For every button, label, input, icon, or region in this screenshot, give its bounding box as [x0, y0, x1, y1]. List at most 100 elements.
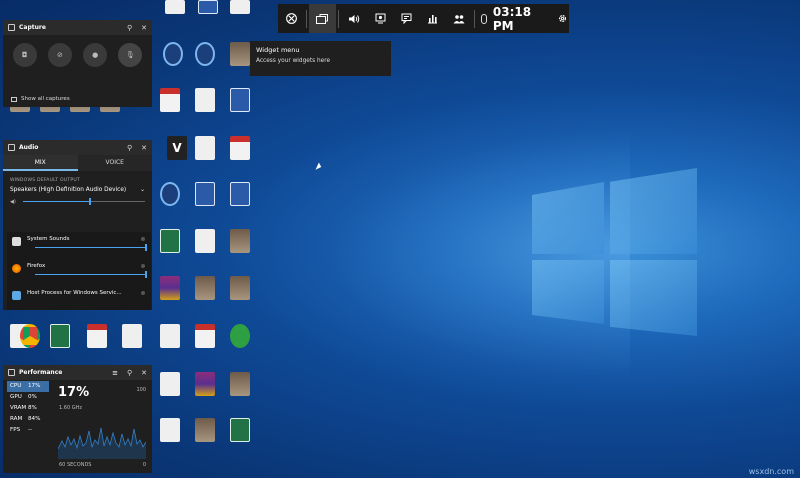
desktop-icon[interactable] — [185, 229, 225, 275]
desktop-icon[interactable] — [220, 276, 260, 322]
desktop-icon[interactable] — [150, 88, 190, 134]
chat-icon[interactable] — [393, 4, 419, 33]
desktop-icon[interactable] — [150, 372, 190, 418]
desktop-icon[interactable] — [185, 42, 225, 88]
app-volume-slider[interactable] — [35, 270, 147, 280]
desktop-icon[interactable] — [185, 418, 225, 464]
start-recording-button[interactable]: ● — [83, 43, 108, 67]
desktop-icon[interactable] — [220, 324, 260, 370]
cpu-usage-graph — [58, 427, 146, 459]
mouse-icon — [481, 13, 487, 24]
audio-icon[interactable] — [341, 4, 367, 33]
desktop-icon[interactable] — [150, 418, 190, 464]
metric-cpu[interactable]: CPU 17% — [7, 381, 49, 392]
firefox-icon — [12, 264, 21, 273]
audio-title: Audio — [19, 144, 39, 151]
party-icon[interactable] — [446, 4, 472, 33]
watermark: wsxdn.com — [748, 467, 794, 476]
audio-header[interactable]: Audio ⚲ ✕ — [3, 140, 152, 155]
desktop-icon[interactable] — [185, 88, 225, 134]
desktop-icon[interactable] — [220, 182, 260, 228]
record-last-icon: ⊘ — [56, 51, 63, 59]
desktop-icon[interactable] — [77, 324, 117, 370]
app-volume-slider[interactable] — [35, 243, 147, 253]
settings-icon[interactable] — [556, 4, 569, 33]
pin-icon[interactable]: ⚲ — [127, 144, 132, 152]
app-row-firefox: Firefox — [7, 259, 151, 286]
performance-icon — [8, 369, 15, 376]
metric-gpu[interactable]: GPU 0% — [7, 392, 49, 403]
app-name: System Sounds — [27, 236, 70, 242]
desktop-icon[interactable] — [150, 182, 190, 228]
app-volume-list: System Sounds Firefox Host Process for W… — [7, 232, 151, 310]
output-device-label: Speakers (High Definition Audio Device) — [10, 187, 127, 193]
close-icon[interactable]: ✕ — [141, 24, 147, 32]
screenshot-button[interactable]: ◘ — [12, 43, 37, 67]
capture-widget: Capture ⚲ ✕ ◘ ⊘ ● 🎙 Show all captures — [3, 20, 152, 107]
capture-icon — [8, 24, 15, 31]
audio-icon — [8, 144, 15, 151]
performance-icon[interactable] — [420, 4, 446, 33]
metric-list: CPU 17% GPU 0% VRAM 8% RAM 84% FPS -- — [7, 381, 49, 436]
desktop-icon[interactable] — [220, 418, 260, 464]
mute-icon[interactable] — [141, 264, 145, 268]
windows-logo-wallpaper — [532, 168, 697, 336]
pin-icon[interactable]: ⚲ — [127, 24, 132, 32]
mouse-cursor — [315, 162, 323, 172]
record-dot-icon: ● — [92, 51, 99, 59]
metric-ram[interactable]: RAM 84% — [7, 414, 49, 425]
desktop-icon[interactable] — [220, 136, 260, 182]
app-name: Firefox — [27, 263, 46, 269]
tab-voice[interactable]: VOICE — [78, 155, 153, 171]
mic-toggle-button[interactable]: 🎙 — [118, 43, 143, 67]
tooltip-subtitle: Access your widgets here — [256, 58, 331, 64]
desktop-icon[interactable] — [150, 229, 190, 275]
desktop-icon[interactable] — [112, 324, 152, 370]
capture-icon[interactable] — [367, 4, 393, 33]
desktop-icon[interactable] — [40, 324, 80, 370]
clock: 03:18 PM — [492, 4, 532, 33]
app-row-host-process: Host Process for Windows Servic... — [7, 286, 151, 313]
xbox-icon[interactable] — [278, 4, 304, 33]
graph-max-label: 100 — [136, 387, 146, 393]
metric-fps[interactable]: FPS -- — [7, 425, 49, 436]
desktop-icon[interactable] — [185, 136, 225, 182]
pin-icon[interactable]: ⚲ — [127, 369, 132, 377]
app-row-system-sounds: System Sounds — [7, 232, 151, 259]
mute-icon[interactable] — [141, 237, 145, 241]
record-last-button[interactable]: ⊘ — [47, 43, 72, 67]
desktop-icon[interactable] — [150, 276, 190, 322]
performance-header[interactable]: Performance ≡ ⚲ ✕ — [3, 365, 152, 380]
mute-icon[interactable] — [141, 291, 145, 295]
desktop-icon[interactable] — [185, 372, 225, 418]
desktop-icon[interactable] — [220, 88, 260, 134]
desktop-icon[interactable] — [185, 182, 225, 228]
game-bar: 03:18 PM — [278, 4, 569, 33]
gallery-icon — [11, 96, 17, 102]
desktop-icon[interactable] — [150, 324, 190, 370]
desktop-icon[interactable] — [220, 0, 260, 46]
mic-off-icon: 🎙 — [125, 51, 135, 59]
camera-icon: ◘ — [21, 51, 28, 59]
widget-menu-icon[interactable] — [309, 4, 336, 33]
host-process-icon — [12, 291, 21, 300]
close-icon[interactable]: ✕ — [141, 144, 147, 152]
master-volume-slider[interactable] — [23, 197, 145, 207]
show-all-captures-link[interactable]: Show all captures — [11, 96, 70, 102]
desktop-icon[interactable] — [185, 276, 225, 322]
desktop-icon[interactable] — [185, 324, 225, 370]
capture-header[interactable]: Capture ⚲ ✕ — [3, 20, 152, 35]
options-icon[interactable]: ≡ — [112, 369, 118, 377]
tab-mix[interactable]: MIX — [3, 155, 78, 171]
desktop-icon[interactable] — [220, 229, 260, 275]
app-name: Host Process for Windows Servic... — [27, 290, 122, 296]
metric-vram[interactable]: VRAM 8% — [7, 403, 49, 414]
close-icon[interactable]: ✕ — [141, 369, 147, 377]
audio-widget: Audio ⚲ ✕ MIX VOICE WINDOWS DEFAULT OUTP… — [3, 140, 152, 310]
desktop-icon[interactable] — [220, 372, 260, 418]
show-all-captures-label: Show all captures — [21, 96, 70, 102]
performance-widget: Performance ≡ ⚲ ✕ CPU 17% GPU 0% VRAM 8% RA… — [3, 365, 152, 473]
graph-min-label: 0 — [142, 462, 146, 468]
speaker-icon: ◀) — [10, 199, 16, 205]
output-device-select[interactable]: Speakers (High Definition Audio Device) … — [3, 187, 152, 193]
